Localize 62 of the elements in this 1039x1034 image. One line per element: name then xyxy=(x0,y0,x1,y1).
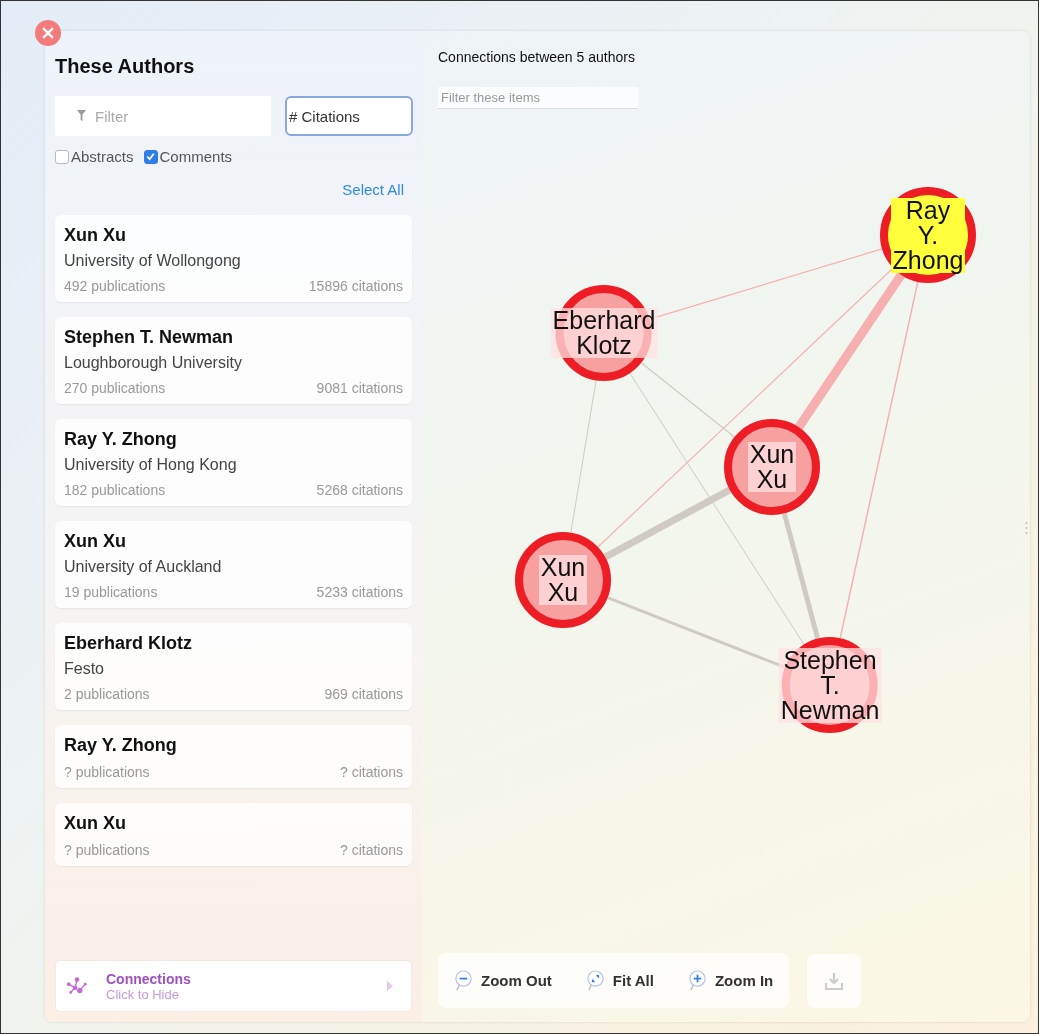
filter-field[interactable]: Filter these items xyxy=(438,87,638,109)
network-icon xyxy=(66,975,88,997)
author-affiliation: Loughborough University xyxy=(64,354,243,372)
citation-count: 969 citations xyxy=(324,686,403,702)
checkbox[interactable] xyxy=(55,149,69,164)
author-card[interactable]: Stephen T. Newman Loughborough University 270 publications 9081 citations xyxy=(55,317,412,404)
publication-count: 2 publications xyxy=(64,686,150,702)
author-card[interactable]: Xun Xu ? publications ? citations xyxy=(55,803,412,866)
checkbox[interactable] xyxy=(143,149,158,164)
panel-title: These Authors xyxy=(55,55,196,78)
author-name: Ray Y. Zhong xyxy=(64,429,178,450)
resize-grip-icon[interactable] xyxy=(1025,521,1028,535)
author-name: Stephen T. Newman xyxy=(64,327,235,348)
filter-field[interactable]: Filter xyxy=(55,96,271,136)
author-affiliation: Festo xyxy=(64,660,105,678)
author-name: Xun Xu xyxy=(64,813,127,834)
author-affiliation: University of Wollongong xyxy=(64,252,242,270)
checkbox-label: Abstracts xyxy=(71,148,134,165)
author-affiliation: University of Hong Kong xyxy=(64,456,238,474)
author-name: Xun Xu xyxy=(64,531,127,552)
author-node[interactable]: Ray Y. Zhong xyxy=(880,187,976,283)
download-button[interactable] xyxy=(807,953,862,1008)
author-name: Ray Y. Zhong xyxy=(64,735,178,756)
connections-title: Connections xyxy=(106,970,192,987)
publication-count: 19 publications xyxy=(64,584,158,600)
citation-count: 15896 citations xyxy=(308,278,403,294)
fit-button[interactable]: Fit All xyxy=(585,970,654,991)
connections-subtitle: Click to Hide xyxy=(106,986,180,1002)
publication-count: 182 publications xyxy=(64,482,166,498)
zoom-in-button[interactable]: Zoom In xyxy=(687,970,774,991)
citation-count: 5268 citations xyxy=(316,482,403,498)
citation-count: ? citations xyxy=(339,842,403,858)
citation-count: ? citations xyxy=(339,764,403,780)
author-card[interactable]: Eberhard Klotz Festo 2 publications 969 citations xyxy=(55,623,412,710)
author-card[interactable]: Xun Xu University of Auckland 19 publications 5233 citations xyxy=(55,521,412,608)
funnel-icon xyxy=(77,110,86,121)
sort-field[interactable]: # Citations xyxy=(285,96,413,136)
author-node[interactable]: Xun Xu xyxy=(724,419,820,515)
close-button[interactable] xyxy=(35,20,61,46)
checkbox-label: Comments xyxy=(159,148,233,165)
publication-count: 270 publications xyxy=(64,380,166,396)
publication-count: ? publications xyxy=(64,842,150,858)
author-card[interactable]: Ray Y. Zhong University of Hong Kong 182 publications 5268 citations xyxy=(55,419,412,506)
author-card[interactable]: Ray Y. Zhong ? publications ? citations xyxy=(55,725,412,788)
graph-title: Connections between 5 authors xyxy=(438,49,636,65)
close-icon xyxy=(35,20,61,46)
author-node[interactable]: Xun Xu xyxy=(515,532,611,628)
connections-button[interactable]: Connections Click to Hide xyxy=(55,960,412,1012)
download-icon xyxy=(824,970,845,991)
fit-icon xyxy=(585,970,605,991)
zoom-in-icon xyxy=(687,970,707,991)
author-affiliation: University of Auckland xyxy=(64,558,223,576)
author-name: Xun Xu xyxy=(64,225,127,246)
chevron-icon xyxy=(387,981,393,991)
publication-count: 492 publications xyxy=(64,278,166,294)
publication-count: ? publications xyxy=(64,764,150,780)
zoom-out-button[interactable]: Zoom Out xyxy=(454,970,552,991)
zoom-out-icon xyxy=(454,970,473,991)
author-name: Eberhard Klotz xyxy=(64,633,193,654)
citation-count: 9081 citations xyxy=(316,380,403,396)
citation-count: 5233 citations xyxy=(316,584,403,600)
author-card[interactable]: Xun Xu University of Wollongong 492 publications 15896 citations xyxy=(55,215,412,302)
